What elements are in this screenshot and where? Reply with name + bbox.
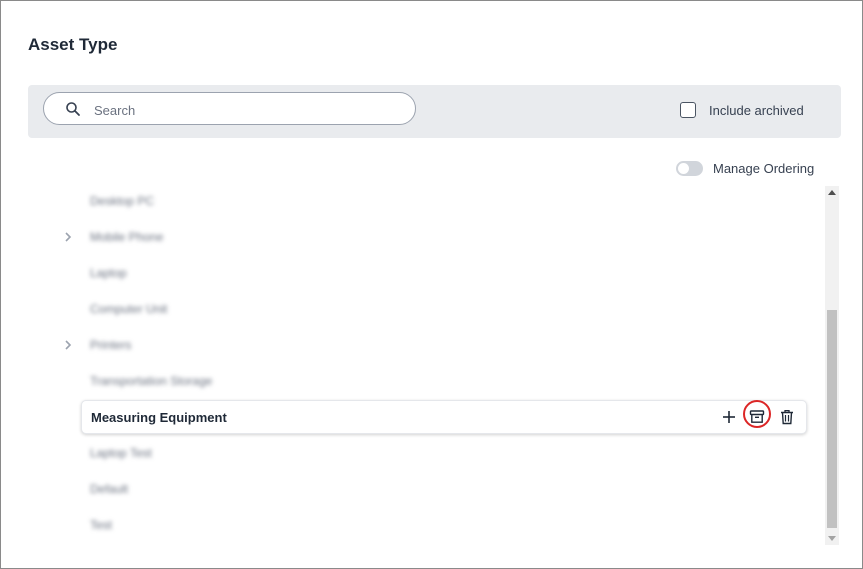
tree-item-label: Desktop PC (90, 194, 155, 208)
search-box[interactable] (43, 92, 416, 125)
toggle-knob (678, 163, 689, 174)
tree-item-label: Measuring Equipment (91, 410, 227, 425)
tree-item[interactable]: Transportation Storage (81, 364, 807, 398)
dialog-frame: Asset Type Include archived Manage Order… (0, 0, 863, 569)
scrollbar-thumb[interactable] (827, 310, 837, 528)
search-icon (66, 102, 80, 116)
delete-button[interactable] (775, 405, 799, 429)
tree-item-selected[interactable]: Measuring Equipment (81, 400, 807, 434)
tree-item-label: Laptop Test (90, 446, 152, 460)
vertical-scrollbar[interactable] (825, 186, 839, 545)
tree-item-label: Computer Unit (90, 302, 168, 316)
chevron-right-icon[interactable] (63, 231, 73, 243)
manage-ordering-label: Manage Ordering (713, 161, 815, 176)
manage-ordering-toggle[interactable] (676, 161, 703, 176)
asset-type-tree: Desktop PC Mobile Phone Laptop Computer … (65, 184, 807, 544)
tree-item[interactable]: Printers (65, 328, 807, 362)
search-input[interactable] (92, 99, 396, 121)
scroll-down-arrow-icon[interactable] (825, 531, 839, 545)
tree-item-label: Mobile Phone (90, 230, 164, 244)
trash-icon (781, 409, 793, 425)
tree-item[interactable]: Test (81, 508, 807, 542)
include-archived-label[interactable]: Include archived (709, 103, 804, 118)
tree-item-label: Transportation Storage (90, 374, 213, 388)
tree-item[interactable]: Computer Unit (81, 292, 807, 326)
plus-icon (723, 411, 735, 423)
tree-item-label: Test (90, 518, 113, 532)
archive-button[interactable] (745, 405, 769, 429)
tree-item-label: Default (90, 482, 129, 496)
archive-icon (749, 410, 765, 423)
chevron-right-icon[interactable] (63, 339, 73, 351)
tree-item[interactable]: Laptop (81, 256, 807, 290)
filter-bar: Include archived (28, 85, 841, 138)
include-archived-checkbox[interactable] (680, 102, 696, 118)
tree-item[interactable]: Desktop PC (81, 184, 807, 218)
tree-item-label: Printers (90, 338, 132, 352)
tree-item-label: Laptop (90, 266, 127, 280)
add-child-button[interactable] (717, 405, 741, 429)
page-title: Asset Type (28, 35, 118, 54)
tree-item[interactable]: Default (81, 472, 807, 506)
tree-item[interactable]: Laptop Test (81, 436, 807, 470)
scroll-up-arrow-icon[interactable] (825, 186, 839, 200)
tree-item[interactable]: Mobile Phone (65, 220, 807, 254)
